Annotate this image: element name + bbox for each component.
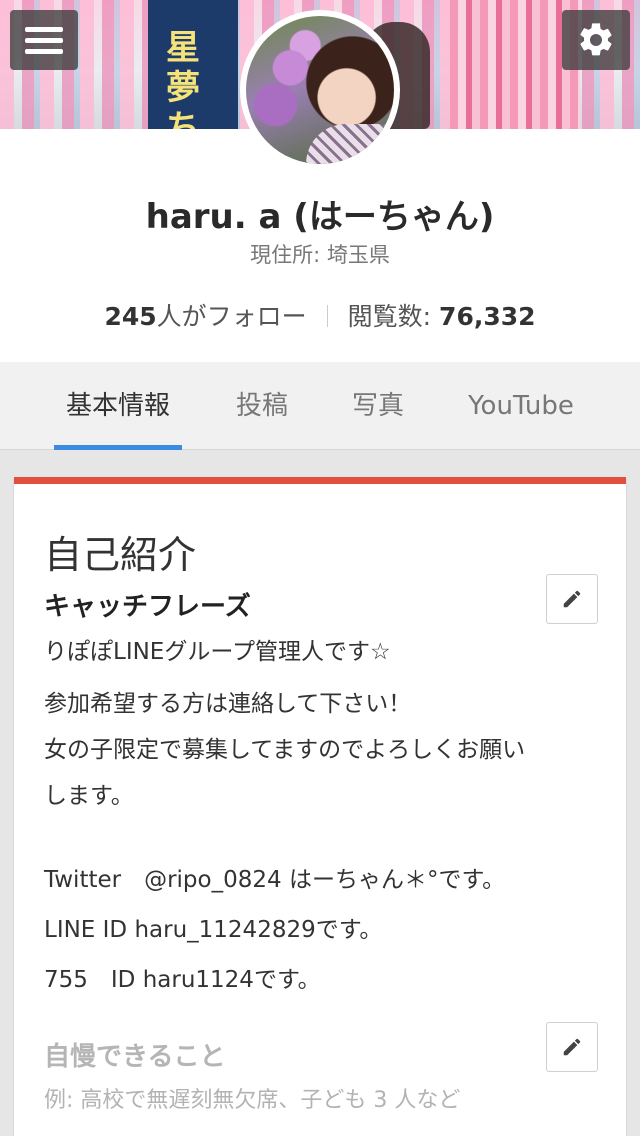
edit-pride-button[interactable] bbox=[546, 1022, 598, 1072]
self-intro-card: 自己紹介 キャッチフレーズ りぽぽLINEグループ管理人です☆ 参加希望する方は… bbox=[14, 477, 626, 1136]
pencil-icon bbox=[563, 590, 581, 608]
profile-stats: 245人がフォロー 閲覧数: 76,332 bbox=[0, 297, 640, 333]
profile-name: haru. a (はーちゃん) bbox=[145, 197, 495, 237]
menu-button[interactable] bbox=[10, 10, 78, 70]
card-title: 自己紹介 bbox=[44, 533, 197, 577]
intro-line: します。 bbox=[44, 783, 134, 809]
views-label: 閲覧数: bbox=[347, 302, 440, 331]
tab-photos[interactable]: 写真 bbox=[338, 362, 418, 450]
edit-catchphrase-button[interactable] bbox=[546, 574, 598, 624]
followers-link[interactable]: 245人がフォロー bbox=[104, 302, 306, 331]
tab-active-indicator bbox=[54, 445, 182, 450]
views-count: 76,332 bbox=[439, 302, 536, 331]
following-label: 人がフォロー bbox=[156, 302, 307, 331]
pride-title: 自慢できること bbox=[44, 1042, 226, 1072]
intro-line: 女の子限定で募集してますのでよろしくお願い bbox=[44, 737, 526, 763]
cover-banner-text: 星夢ち bbox=[166, 28, 200, 129]
hamburger-icon bbox=[25, 21, 63, 60]
stats-divider bbox=[326, 305, 328, 327]
tab-posts[interactable]: 投稿 bbox=[222, 362, 302, 450]
tab-bar: 基本情報 投稿 写真 YouTube bbox=[0, 362, 640, 450]
intro-line: 755 ID haru1124です。 bbox=[44, 967, 321, 993]
catchphrase-text: りぽぽLINEグループ管理人です☆ bbox=[44, 639, 391, 665]
avatar[interactable] bbox=[240, 10, 400, 170]
intro-line: Twitter @ripo_0824 はーちゃん＊°です。 bbox=[44, 867, 506, 893]
pencil-icon bbox=[563, 1038, 581, 1056]
intro-line: 参加希望する方は連絡して下さい！ bbox=[44, 691, 412, 717]
catchphrase-title: キャッチフレーズ bbox=[44, 592, 251, 622]
gear-icon bbox=[580, 23, 612, 56]
tab-youtube[interactable]: YouTube bbox=[458, 362, 584, 450]
profile-location: 現住所: 埼玉県 bbox=[250, 243, 390, 267]
settings-button[interactable] bbox=[562, 10, 630, 70]
cover-streamers bbox=[450, 0, 580, 129]
pride-placeholder: 例: 高校で無遅刻無欠席、子ども 3 人など bbox=[44, 1088, 461, 1113]
cover-banner: 星夢ち bbox=[148, 0, 238, 129]
following-count: 245 bbox=[104, 302, 157, 331]
tab-basic-info[interactable]: 基本情報 bbox=[54, 362, 182, 450]
intro-line: LINE ID haru_11242829です。 bbox=[44, 917, 383, 943]
